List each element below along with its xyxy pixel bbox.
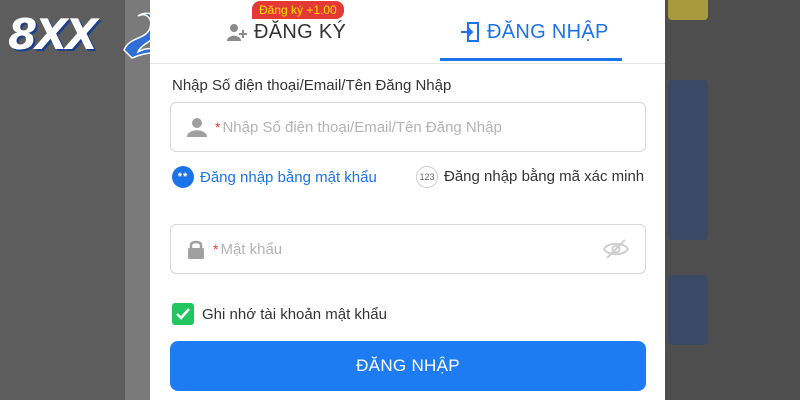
password-option-icon: ** xyxy=(172,166,194,188)
checkmark-icon xyxy=(176,308,190,320)
login-by-code-option[interactable]: 123 Đăng nhập bằng mã xác minh xyxy=(416,166,646,188)
eye-off-icon[interactable] xyxy=(603,238,629,260)
password-placeholder: Mật khẩu xyxy=(220,240,283,258)
lock-icon xyxy=(188,240,204,259)
background-card xyxy=(668,0,708,20)
login-by-password-label: Đăng nhập bằng mật khẩu xyxy=(200,168,377,186)
username-input[interactable]: * Nhập Số điện thoại/Email/Tên Đăng Nhập xyxy=(170,102,646,152)
auth-tabs: ĐĂNG KÝ Đăng ký +1.00 ĐĂNG NHẬP xyxy=(150,0,665,64)
tab-login-label: ĐĂNG NHẬP xyxy=(487,20,609,43)
tab-register-label: ĐĂNG KÝ xyxy=(254,20,347,43)
username-placeholder: Nhập Số điện thoại/Email/Tên Đăng Nhập xyxy=(222,118,502,136)
login-button[interactable]: ĐĂNG NHẬP xyxy=(170,341,646,391)
remember-label: Ghi nhớ tài khoản mật khẩu xyxy=(202,305,387,323)
remember-checkbox[interactable] xyxy=(172,303,194,325)
code-option-icon: 123 xyxy=(416,166,438,188)
login-by-code-label: Đăng nhập bằng mã xác minh xyxy=(444,168,645,185)
tab-register[interactable]: ĐĂNG KÝ xyxy=(226,14,346,50)
username-field-label: Nhập Số điện thoại/Email/Tên Đăng Nhập xyxy=(172,77,452,94)
site-logo: 8XX xyxy=(8,6,168,66)
register-bonus-badge: Đăng ký +1.00 xyxy=(252,1,344,19)
background-card xyxy=(668,80,708,240)
user-icon xyxy=(187,118,207,137)
login-door-icon xyxy=(461,22,479,42)
logo-text: 8XX xyxy=(8,10,98,59)
background-card xyxy=(668,275,708,345)
password-input[interactable]: * Mật khẩu xyxy=(170,224,646,274)
active-tab-indicator xyxy=(440,58,622,61)
login-by-password-option[interactable]: ** Đăng nhập bằng mật khẩu xyxy=(172,166,377,188)
add-user-icon xyxy=(227,24,247,41)
required-marker: * xyxy=(215,119,221,135)
remember-me[interactable]: Ghi nhớ tài khoản mật khẩu xyxy=(172,303,387,325)
required-marker: * xyxy=(213,241,219,257)
tab-login[interactable]: ĐĂNG NHẬP xyxy=(459,14,609,50)
login-modal: ĐĂNG KÝ Đăng ký +1.00 ĐĂNG NHẬP Nhập Số … xyxy=(150,0,665,400)
